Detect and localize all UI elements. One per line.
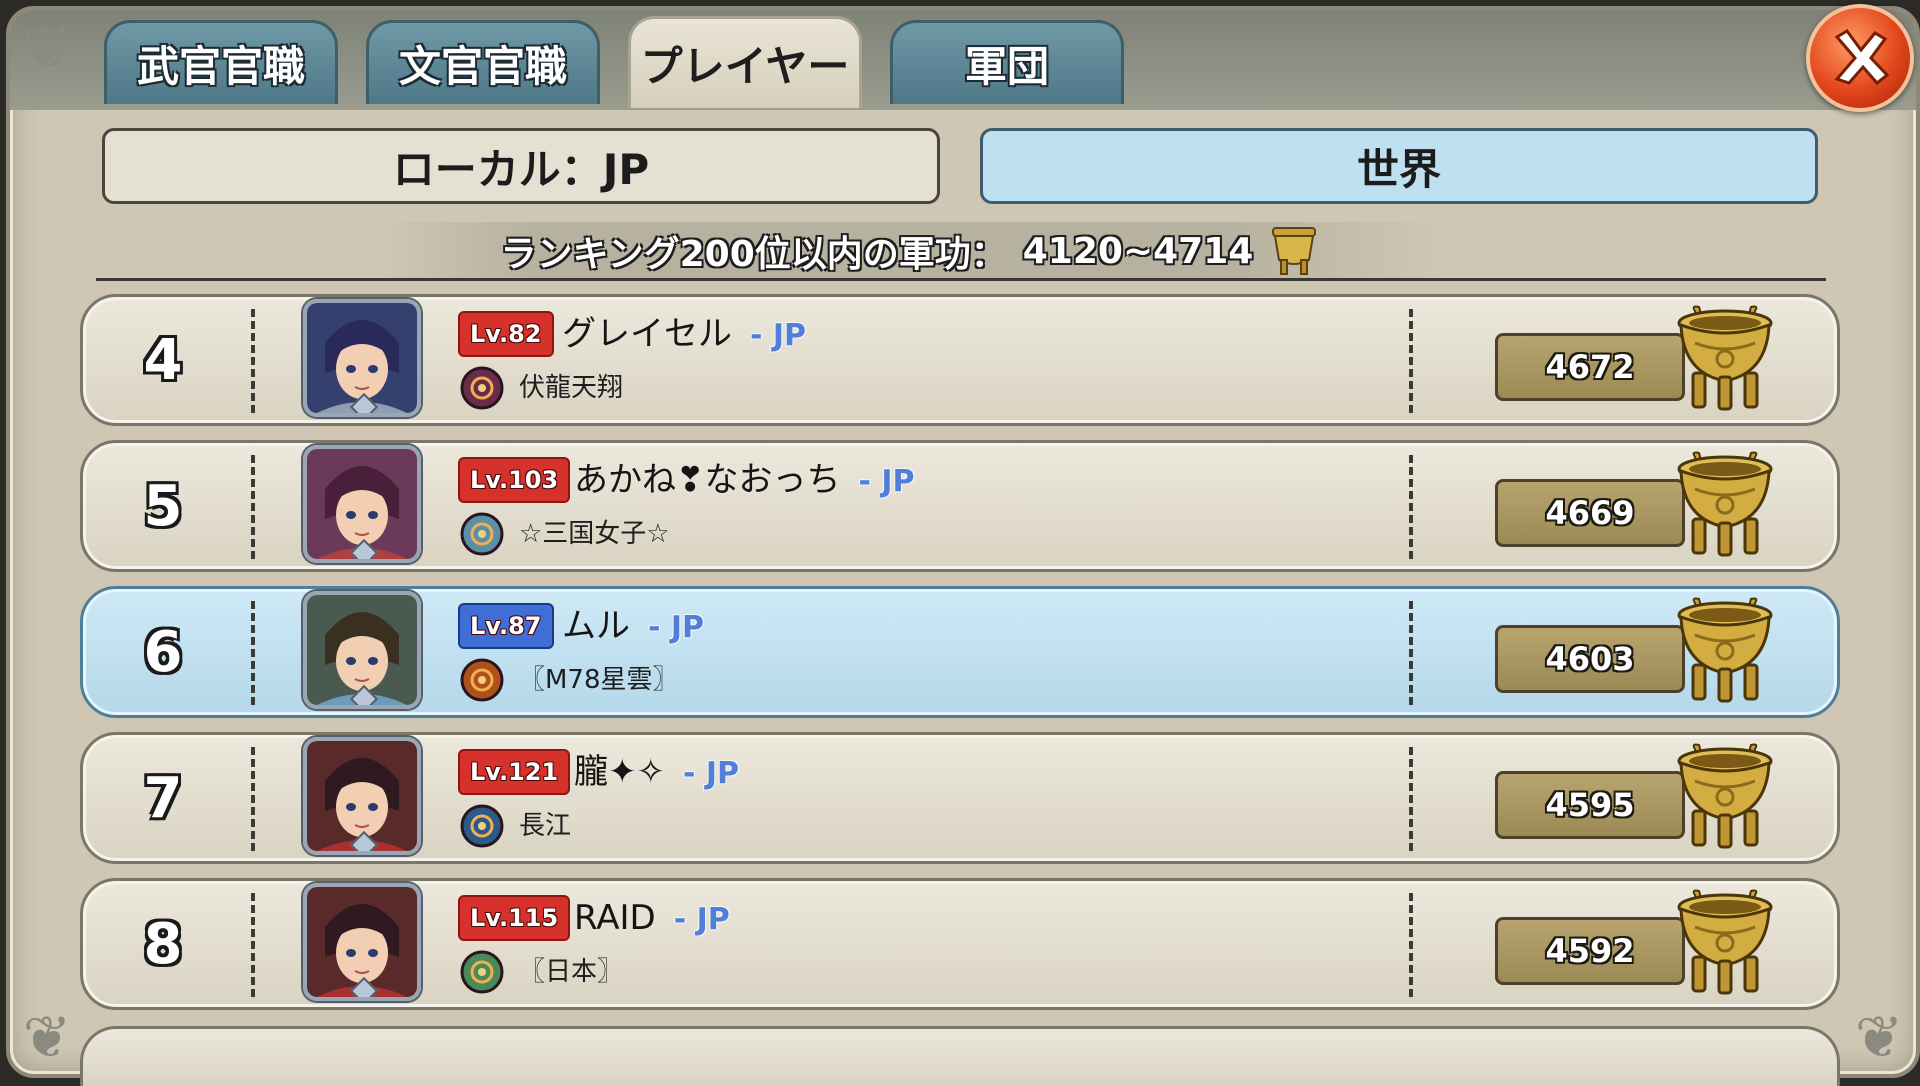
ornament-corner-icon: ❦ (22, 13, 72, 81)
server-tag: - JP (673, 902, 730, 937)
scope-world-button[interactable]: 世界 (980, 128, 1818, 204)
rank-threshold-range: 4120~4714 (1022, 230, 1254, 272)
rank-number: 6 (143, 619, 183, 685)
ranking-row[interactable]: 6 Lv.87 ムル - JP 〖M78星雲〗 4603 (80, 586, 1840, 718)
military-merit-score: 4592 (1495, 917, 1685, 985)
bronze-cauldron-icon (1677, 889, 1773, 995)
guild-emblem-icon (460, 366, 504, 410)
ranking-row[interactable]: 4 Lv.82 グレイセル - JP 伏龍天翔 4672 (80, 294, 1840, 426)
server-tag: - JP (750, 318, 807, 353)
guild-emblem-icon (460, 512, 504, 556)
divider (251, 601, 255, 705)
cauldron-icon (1272, 227, 1317, 275)
divider (1409, 601, 1413, 705)
player-name-text: RAID (574, 898, 656, 938)
close-x-icon (1834, 29, 1890, 86)
player-name[interactable]: グレイセル - JP (562, 311, 806, 357)
ranking-list[interactable]: 4 Lv.82 グレイセル - JP 伏龍天翔 4672 5 Lv.103 あか… (80, 294, 1840, 1086)
divider (251, 747, 255, 851)
tab-player[interactable]: プレイヤー (628, 16, 862, 108)
ranking-row[interactable]: 5 Lv.103 あかね❣なおっち - JP ☆三国女子☆ 4669 (80, 440, 1840, 572)
player-avatar[interactable] (303, 445, 421, 563)
server-tag: - JP (682, 756, 740, 791)
player-name[interactable]: あかね❣なおっち - JP (574, 457, 915, 503)
rank-number: 4 (143, 327, 183, 393)
guild-emblem-icon (460, 950, 504, 994)
guild-emblem-icon (460, 804, 504, 848)
player-name-text: グレイセル (562, 314, 732, 354)
guild-name[interactable]: 〖日本〗 (519, 949, 623, 995)
level-badge: Lv.121 (458, 749, 571, 795)
player-avatar[interactable] (303, 299, 421, 417)
guild-name[interactable]: 〖M78星雲〗 (519, 657, 679, 703)
server-tag: - JP (858, 464, 915, 499)
close-button[interactable] (1806, 4, 1914, 112)
level-badge: Lv.82 (458, 311, 554, 357)
level-badge: Lv.103 (458, 457, 571, 503)
rank-threshold-banner: ランキング200位以内の軍功： 4120~4714 (380, 222, 1440, 280)
rank-number: 5 (143, 473, 183, 539)
rank-threshold-label: ランキング200位以内の軍功： (500, 234, 1007, 275)
player-name[interactable]: ムル - JP (562, 603, 704, 649)
bronze-cauldron-icon (1677, 305, 1773, 411)
ornament-corner-icon: ❦ (1854, 1003, 1904, 1071)
divider (251, 309, 255, 413)
player-name[interactable]: 朧✦✧ - JP (574, 749, 739, 795)
divider (1409, 309, 1413, 413)
bronze-cauldron-icon (1677, 597, 1773, 703)
bronze-cauldron-icon (1677, 743, 1773, 849)
player-avatar[interactable] (303, 883, 421, 1001)
military-merit-score: 4595 (1495, 771, 1685, 839)
server-tag: - JP (648, 610, 705, 645)
divider (1409, 893, 1413, 997)
military-merit-score: 4669 (1495, 479, 1685, 547)
ranking-row-partial[interactable] (80, 1026, 1840, 1086)
player-name-text: あかね❣なおっち (574, 460, 841, 500)
rank-number: 8 (143, 911, 183, 977)
scope-local-button[interactable]: ローカル：JP (102, 128, 940, 204)
tab-legion[interactable]: 軍団 (890, 20, 1124, 104)
rank-number: 7 (143, 765, 183, 831)
ornament-corner-icon: ❦ (22, 1003, 72, 1071)
divider (251, 455, 255, 559)
bronze-cauldron-icon (1677, 451, 1773, 557)
divider (1409, 455, 1413, 559)
divider (96, 278, 1826, 281)
divider (251, 893, 255, 997)
ranking-row[interactable]: 8 Lv.115 RAID - JP 〖日本〗 4592 (80, 878, 1840, 1010)
level-badge: Lv.87 (458, 603, 554, 649)
player-name-text: 朧✦✧ (574, 752, 665, 792)
player-name-text: ムル (562, 606, 630, 646)
guild-name[interactable]: ☆三国女子☆ (519, 511, 670, 557)
player-avatar[interactable] (303, 737, 421, 855)
tab-civil-officer[interactable]: 文官官職 (366, 20, 600, 104)
military-merit-score: 4603 (1495, 625, 1685, 693)
tab-military-officer[interactable]: 武官官職 (104, 20, 338, 104)
player-avatar[interactable] (303, 591, 421, 709)
guild-emblem-icon (460, 658, 504, 702)
ranking-row[interactable]: 7 Lv.121 朧✦✧ - JP 長江 4595 (80, 732, 1840, 864)
military-merit-score: 4672 (1495, 333, 1685, 401)
level-badge: Lv.115 (458, 895, 571, 941)
divider (1409, 747, 1413, 851)
guild-name[interactable]: 長江 (519, 803, 571, 849)
player-name[interactable]: RAID - JP (574, 895, 730, 941)
guild-name[interactable]: 伏龍天翔 (519, 365, 623, 411)
